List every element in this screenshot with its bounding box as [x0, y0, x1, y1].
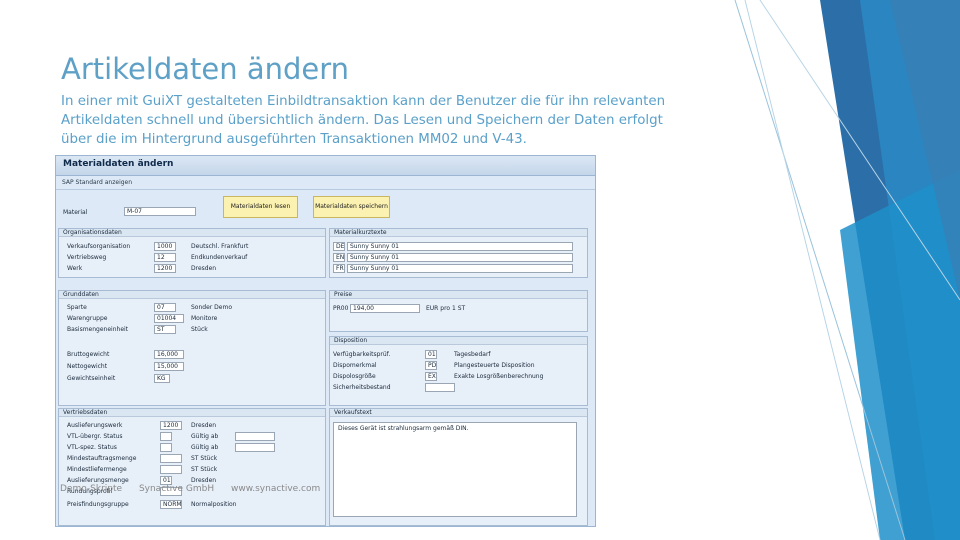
sales-code-input[interactable]: [160, 465, 182, 474]
sales-text: Normalposition: [191, 501, 237, 508]
basic-label: Nettogewicht: [67, 363, 108, 370]
footer-company: Synactive GmbH: [138, 484, 215, 494]
gross-weight-input[interactable]: 16,000: [154, 350, 184, 359]
basic-code-input[interactable]: 01004: [154, 314, 184, 323]
dispo-label: Dispomerkmal: [333, 362, 377, 369]
slide-title: Artikeldaten ändern: [61, 52, 350, 86]
lang-input[interactable]: FR: [333, 264, 345, 273]
dispo-code-input[interactable]: PD: [425, 361, 437, 370]
material-input[interactable]: M-07: [124, 207, 196, 216]
org-text: Deutschl. Frankfurt: [191, 243, 249, 250]
valid-from-input[interactable]: [235, 443, 275, 452]
sales-label: Mindestliefermenge: [67, 466, 127, 473]
body-line: über die im Hintergrund ausgeführten Tra…: [61, 132, 527, 147]
footer-url[interactable]: www.synactive.com: [231, 484, 320, 494]
price-input[interactable]: 194,00: [350, 304, 420, 313]
org-code-input[interactable]: 1000: [154, 242, 176, 251]
basic-group-header: Grunddaten: [59, 291, 325, 299]
org-group: Organisationsdaten Verkaufsorganisation …: [58, 228, 326, 278]
dispo-code-input[interactable]: 01: [425, 350, 437, 359]
sales-label: Auslieferungsmenge: [67, 477, 129, 484]
slide-body: In einer mit GuiXT gestalteten Einbildtr…: [61, 92, 721, 149]
price-unit: EUR pro 1 ST: [426, 305, 466, 312]
desc-group-header: Materialkurztexte: [330, 229, 587, 237]
org-text: Dresden: [191, 265, 217, 272]
dispo-label: Dispolosgröße: [333, 373, 376, 380]
salestext-group-header: Verkaufstext: [330, 409, 587, 417]
desc-group: Materialkurztexte DE Sunny Sunny 01 EN S…: [329, 228, 588, 278]
sales-code-input[interactable]: 1200: [160, 421, 182, 430]
sales-text-area[interactable]: Dieses Gerät ist strahlungsarm gemäß DIN…: [333, 422, 577, 517]
dispo-label: Sicherheitsbestand: [333, 384, 391, 391]
footer-left: Demo-Skripte: [60, 484, 123, 494]
description-input[interactable]: Sunny Sunny 01: [347, 253, 573, 262]
material-label: Material: [63, 209, 88, 216]
lang-input[interactable]: DE: [333, 242, 345, 251]
basic-text: Sonder Demo: [191, 304, 232, 311]
dispo-group: Disposition Verfügbarkeitsprüf. 01 Tages…: [329, 336, 588, 406]
prices-group-header: Preise: [330, 291, 587, 299]
basic-label: Basismengeneinheit: [67, 326, 129, 333]
sales-code-input[interactable]: [160, 432, 172, 441]
sap-window: Materialdaten ändern SAP Standard anzeig…: [55, 155, 596, 527]
valid-from-input[interactable]: [235, 432, 275, 441]
basic-code-input[interactable]: 07: [154, 303, 176, 312]
sales-code-input[interactable]: NORM: [160, 500, 182, 509]
sales-label: Preisfindungsgruppe: [67, 501, 129, 508]
slide-footer: Demo-Skripte Synactive GmbH www.synactiv…: [60, 484, 334, 494]
weight-unit-input[interactable]: KG: [154, 374, 170, 383]
price-condition: PR00: [333, 305, 349, 312]
sales-label: Mindestauftragsmenge: [67, 455, 137, 462]
basic-text: Stück: [191, 326, 208, 333]
body-line: Artikeldaten schnell und übersichtlich ä…: [61, 113, 663, 128]
org-text: Endkundenverkauf: [191, 254, 248, 261]
basic-label: Bruttogewicht: [67, 351, 110, 358]
basic-label: Gewichtseinheit: [67, 375, 116, 382]
basic-group: Grunddaten Sparte 07 Sonder Demo Warengr…: [58, 290, 326, 406]
dispo-group-header: Disposition: [330, 337, 587, 345]
dispo-text: Plangesteuerte Disposition: [454, 362, 535, 369]
basic-text: Monitore: [191, 315, 218, 322]
org-code-input[interactable]: 12: [154, 253, 176, 262]
dispo-label: Verfügbarkeitsprüf.: [333, 351, 391, 358]
description-input[interactable]: Sunny Sunny 01: [347, 264, 573, 273]
sales-text: Dresden: [191, 477, 217, 484]
safety-stock-input[interactable]: [425, 383, 455, 392]
prices-group: Preise PR00 194,00 EUR pro 1 ST: [329, 290, 588, 332]
sales-code-input[interactable]: [160, 454, 182, 463]
sales-label: VTL-spez. Status: [67, 444, 117, 451]
org-label: Werk: [67, 265, 83, 272]
net-weight-input[interactable]: 15,000: [154, 362, 184, 371]
org-group-header: Organisationsdaten: [59, 229, 325, 237]
salestext-group: Verkaufstext Dieses Gerät ist strahlungs…: [329, 408, 588, 526]
body-line: In einer mit GuiXT gestalteten Einbildtr…: [61, 94, 666, 109]
sales-label: Auslieferungswerk: [67, 422, 123, 429]
load-material-button[interactable]: Materialdaten lesen: [223, 196, 298, 218]
basic-label: Warengruppe: [67, 315, 108, 322]
sales-text: Gültig ab: [191, 433, 219, 440]
sales-text: ST Stück: [191, 466, 218, 473]
basic-code-input[interactable]: ST: [154, 325, 176, 334]
sales-group: Vertriebsdaten Auslieferungswerk 1200 Dr…: [58, 408, 326, 526]
sap-window-title: Materialdaten ändern: [56, 156, 595, 176]
org-code-input[interactable]: 1200: [154, 264, 176, 273]
dispo-text: Exakte Losgrößenberechnung: [454, 373, 544, 380]
dispo-code-input[interactable]: EX: [425, 372, 437, 381]
save-material-button[interactable]: Materialdaten speichern: [313, 196, 390, 218]
sales-code-input[interactable]: [160, 443, 172, 452]
dispo-text: Tagesbedarf: [454, 351, 491, 358]
sales-group-header: Vertriebsdaten: [59, 409, 325, 417]
lang-input[interactable]: EN: [333, 253, 345, 262]
org-label: Vertriebsweg: [67, 254, 107, 261]
sales-label: VTL-übergr. Status: [67, 433, 123, 440]
basic-label: Sparte: [67, 304, 87, 311]
org-label: Verkaufsorganisation: [67, 243, 131, 250]
sales-text: Dresden: [191, 422, 217, 429]
description-input[interactable]: Sunny Sunny 01: [347, 242, 573, 251]
sales-text: Gültig ab: [191, 444, 219, 451]
sales-text: ST Stück: [191, 455, 218, 462]
sap-menu-link[interactable]: SAP Standard anzeigen: [56, 176, 595, 190]
